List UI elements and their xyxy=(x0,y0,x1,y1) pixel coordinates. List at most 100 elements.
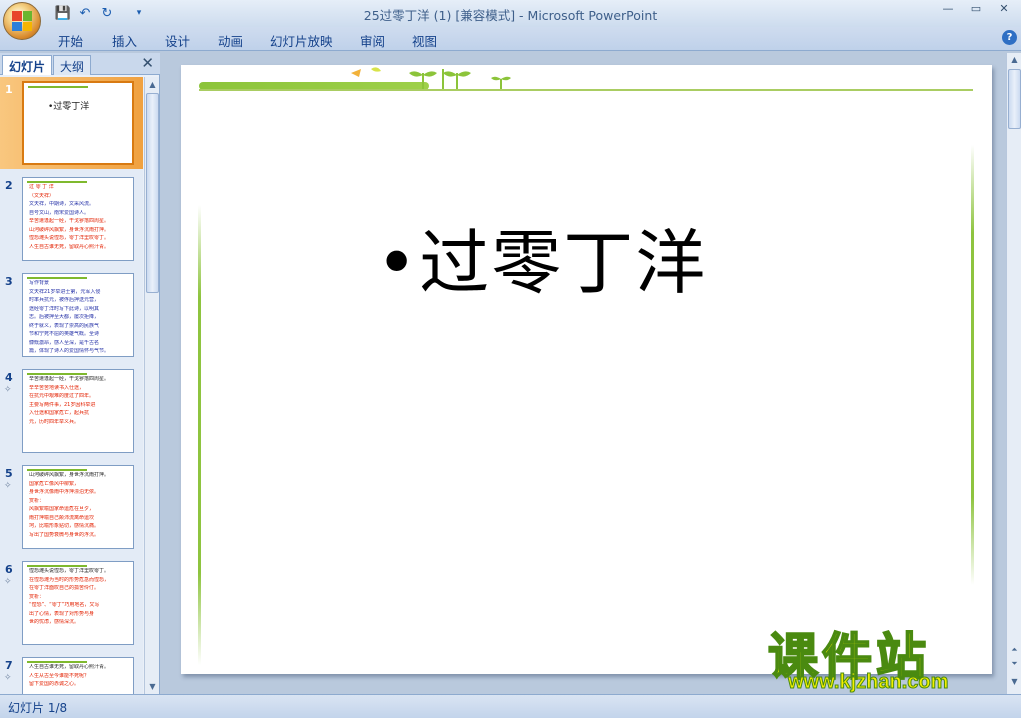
slide-thumbnail[interactable]: 7 ✧ 人生自古谁无死，留取丹心照汗青。 人生从古至今谁能不死呢？ 留下爱国的赤诚之心。 xyxy=(0,653,143,694)
scroll-thumb[interactable] xyxy=(146,93,159,293)
window-controls: — ▭ ✕ xyxy=(937,2,1015,20)
office-button[interactable] xyxy=(3,2,41,40)
tab-slides[interactable]: 幻灯片 xyxy=(2,55,53,75)
ribbon-tabs: 开始 插入 设计 动画 幻灯片放映 审阅 视图 ? xyxy=(0,27,1021,51)
thumb-text-line: 慷慨激昂，感人至深，是千古名 xyxy=(29,339,100,346)
next-slide-icon[interactable]: ⏷ xyxy=(1007,659,1021,669)
thumb-text-line: 身世浮沉像雨中浮萍漂泊无依。 xyxy=(29,489,100,495)
thumb-text-line: 雨打萍喻自己颠沛流离命运坎 xyxy=(29,514,95,521)
tab-design[interactable]: 设计 xyxy=(165,31,190,50)
tab-view[interactable]: 视图 xyxy=(412,31,437,50)
thumb-text-line: 世的忧虑，感情深沉。 xyxy=(29,619,80,625)
slide-thumbnail-frame: •过零丁洋 xyxy=(22,81,134,165)
thumb-text-line: 山河破碎风飘絮，身世浮沉雨打萍。 xyxy=(29,472,110,478)
slide-thumbnail[interactable]: 5 ✧ 山河破碎风飘絮，身世浮沉雨打萍。 国家危亡像风中柳絮， 身世浮沉像雨中浮萍漂泊无… xyxy=(0,461,143,553)
tab-review[interactable]: 审阅 xyxy=(360,31,385,50)
minimize-button[interactable]: — xyxy=(937,2,959,20)
thumb-text-line: 节和宁死不屈的英雄气概。全诗 xyxy=(29,331,100,337)
slide-thumbnail[interactable]: 3 写作背景 文天祥21岁举进士第，元军入侵 时率兵抗元，被俘后押送元营， 途经零丁洋时… xyxy=(0,269,143,361)
thumb-text-line: 终于就义，表现了崇高的民族气 xyxy=(29,322,100,329)
slide-thumbnail[interactable]: 1 •过零丁洋 xyxy=(0,77,143,169)
tab-outline[interactable]: 大纲 xyxy=(53,55,92,75)
left-decor-line xyxy=(198,205,201,665)
slide-number: 3 xyxy=(5,275,13,288)
thumb-decor-bar xyxy=(28,86,88,88)
thumb-text-line: 入仕途和国家危亡，起兵抗 xyxy=(29,410,90,416)
close-icon[interactable]: ✕ xyxy=(141,54,154,72)
slide-number: 4 xyxy=(5,371,13,384)
slide-number: 2 xyxy=(5,179,13,192)
watermark-url: www.kjzhan.com xyxy=(787,671,949,694)
tab-insert[interactable]: 插入 xyxy=(112,31,137,50)
slide-thumbnail-frame: 辛苦遭逢起一经，干戈寥落四周星。 辛辛苦苦地读书入仕途， 在抗元中艰难的度过了四年。… xyxy=(22,369,134,453)
scroll-down-icon[interactable]: ▼ xyxy=(145,679,160,694)
slides-pane: 幻灯片 大纲 ✕ 1 •过零丁洋 2 过 零 丁 洋 （文天祥） 文天祥，中期诗，文采风流… xyxy=(0,53,160,694)
thumb-text-line: 惶恐滩头说惶恐，零丁洋里叹零丁。 xyxy=(29,568,110,574)
window-title: 25过零丁洋 (1) [兼容模式] - Microsoft PowerPoint xyxy=(363,8,658,23)
thumb-text-line: 主要写两件事，21岁因科举进 xyxy=(29,401,96,408)
decor-line xyxy=(199,89,973,91)
thumb-text-line: 辛苦遭逢起一经，干戈寥落四周星。 xyxy=(29,376,110,382)
thumb-text-line: 赏析： xyxy=(29,593,45,600)
status-bar: 幻灯片 1/8 xyxy=(0,694,1021,718)
scroll-thumb[interactable] xyxy=(1008,69,1021,129)
thumb-text-line: 坷，比喻形象贴切，感情沉痛。 xyxy=(29,523,100,529)
editor-scrollbar[interactable]: ▲ ⏶ ⏷ ▼ xyxy=(1006,53,1021,694)
thumb-text-line: 留下爱国的赤诚之心。 xyxy=(29,681,80,687)
pane-tabs: 幻灯片 大纲 ✕ xyxy=(0,53,160,75)
thumb-text-line: •过零丁洋 xyxy=(48,102,90,112)
thumb-text-line: 人生自古谁无死，留取丹心照汗青。 xyxy=(29,243,110,250)
slide-number: 1 xyxy=(5,83,13,96)
thumb-text-line: 写作背景 xyxy=(29,280,50,286)
slide-number: 5 xyxy=(5,467,13,480)
thumb-text-line: （文天祥） xyxy=(29,192,55,199)
animation-icon: ✧ xyxy=(4,577,12,587)
right-decor-line xyxy=(971,145,974,585)
tab-animation[interactable]: 动画 xyxy=(218,31,243,50)
maximize-button[interactable]: ▭ xyxy=(965,2,987,20)
slide-number: 6 xyxy=(5,563,13,576)
slide-thumbnail[interactable]: 6 ✧ 惶恐滩头说惶恐，零丁洋里叹零丁。 在惶恐滩为当时的形势危急而惶恐， 在零丁洋面叹… xyxy=(0,557,143,649)
thumb-decor-bar xyxy=(27,373,87,375)
scroll-down-icon[interactable]: ▼ xyxy=(1007,677,1021,686)
previous-slide-icon[interactable]: ⏶ xyxy=(1007,645,1021,655)
help-icon[interactable]: ? xyxy=(1002,30,1017,45)
slide-thumbnail[interactable]: 2 过 零 丁 洋 （文天祥） 文天祥，中期诗，文采风流。 自号文山，南宋爱国诗人。 辛苦… xyxy=(0,173,143,265)
slide-thumbnail-frame: 惶恐滩头说惶恐，零丁洋里叹零丁。 在惶恐滩为当时的形势危急而惶恐， 在零丁洋面叹自己… xyxy=(22,561,134,645)
thumb-text-line: 时率兵抗元，被俘后押送元营， xyxy=(29,297,100,303)
thumb-text-line: 写出了国势衰微与身世的浮沉。 xyxy=(29,531,100,538)
thumb-text-line: 过 零 丁 洋 xyxy=(29,184,54,190)
thumb-text-line: 国家危亡像风中柳絮， xyxy=(29,480,80,487)
office-logo-icon xyxy=(12,11,32,31)
tab-slideshow[interactable]: 幻灯片放映 xyxy=(270,31,333,50)
thumb-text-line: 志。后被押至大都，屡次拒降， xyxy=(29,314,100,320)
close-button[interactable]: ✕ xyxy=(993,2,1015,20)
scroll-up-icon[interactable]: ▲ xyxy=(1007,55,1021,64)
animation-icon: ✧ xyxy=(4,481,12,491)
animation-icon: ✧ xyxy=(4,385,12,395)
thumb-text-line: “惶恐”、“零丁”巧用地名，又写 xyxy=(29,602,100,608)
thumb-text-line: 自号文山，南宋爱国诗人。 xyxy=(29,209,90,216)
thumb-text-line: 出了心情，表现了对形势与身 xyxy=(29,610,95,617)
slide-thumbnail-frame: 山河破碎风飘絮，身世浮沉雨打萍。 国家危亡像风中柳絮， 身世浮沉像雨中浮萍漂泊无依。… xyxy=(22,465,134,549)
sprout-decoration-icon xyxy=(351,67,511,89)
slide-thumbnail-list: 1 •过零丁洋 2 过 零 丁 洋 （文天祥） 文天祥，中期诗，文采风流。 自号文山，南宋爱… xyxy=(0,77,143,694)
scroll-up-icon[interactable]: ▲ xyxy=(145,77,160,92)
tab-home[interactable]: 开始 xyxy=(58,31,83,50)
watermark: 课件站 www.kjzhan.com xyxy=(767,617,1004,695)
slide-thumbnail[interactable]: 4 ✧ 辛苦遭逢起一经，干戈寥落四周星。 辛辛苦苦地读书入仕途， 在抗元中艰难的度过了四… xyxy=(0,365,143,457)
thumbnail-scrollbar[interactable]: ▲ ▼ xyxy=(144,77,159,694)
slide-title[interactable]: •过零丁洋 xyxy=(376,207,707,308)
thumb-text-line: 在惶恐滩为当时的形势危急而惶恐， xyxy=(29,576,110,583)
slide-number: 7 xyxy=(5,659,13,672)
thumb-text-line: 人生自古谁无死，留取丹心照汗青。 xyxy=(29,664,110,670)
slide-canvas[interactable]: •过零丁洋 xyxy=(181,65,992,674)
thumb-text-line: 在零丁洋面叹自己的孤苦伶仃。 xyxy=(29,585,100,591)
slide-thumbnail-frame: 过 零 丁 洋 （文天祥） 文天祥，中期诗，文采风流。 自号文山，南宋爱国诗人。 辛苦遭… xyxy=(22,177,134,261)
thumb-text-line: 辛辛苦苦地读书入仕途， xyxy=(29,384,85,391)
thumb-text-line: 篇，体现了诗人的爱国情怀与气节。 xyxy=(29,348,110,354)
thumb-decor-bar xyxy=(27,181,87,183)
thumb-text-line: 在抗元中艰难的度过了四年。 xyxy=(29,393,95,399)
thumb-text-line: 惶恐滩头说惶恐，零丁洋里叹零丁。 xyxy=(29,235,110,241)
thumb-text-line: 人生从古至今谁能不死呢？ xyxy=(29,672,90,679)
